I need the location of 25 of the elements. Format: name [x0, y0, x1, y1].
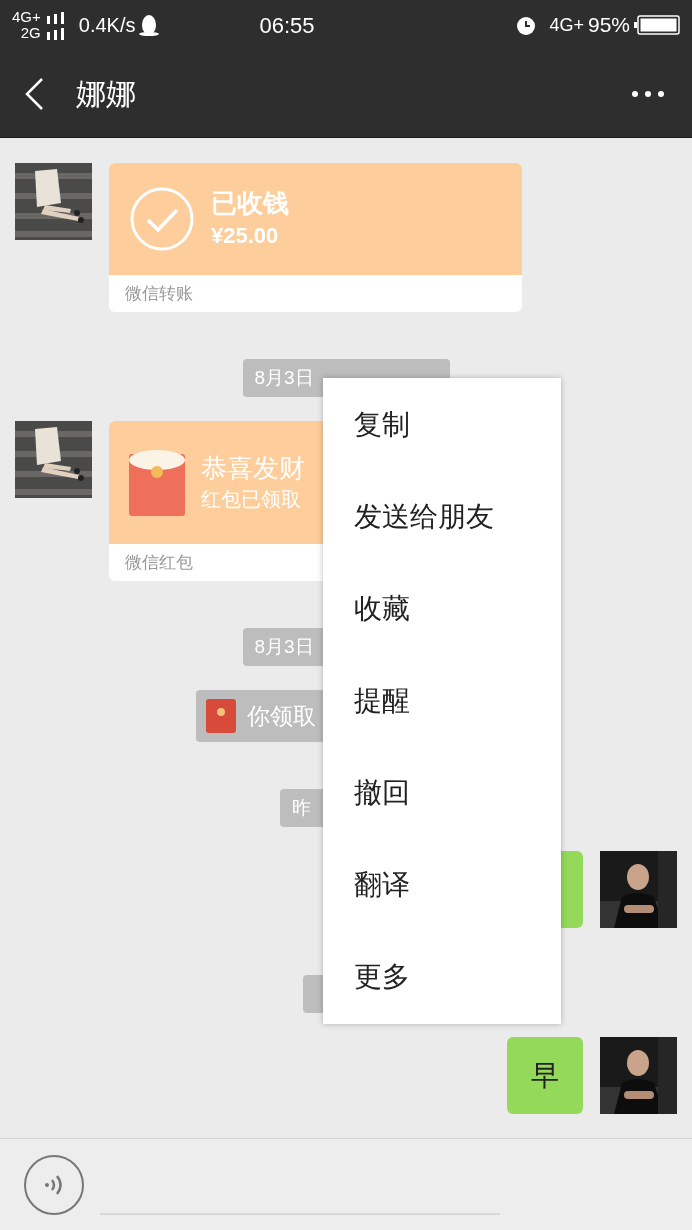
- card-footer: 微信转账: [125, 280, 193, 307]
- notice-text: 你领取: [247, 701, 316, 731]
- chat-title: 娜娜: [76, 76, 136, 112]
- envelope-icon: [206, 699, 236, 733]
- network-type: 2G: [20, 25, 41, 41]
- network-speed: 0.4K/s: [78, 13, 136, 38]
- card-footer: 微信红包: [125, 549, 193, 576]
- envelope-icon: [129, 449, 185, 516]
- clock: 06:55: [259, 11, 315, 40]
- card-subtitle: 红包已领取: [201, 486, 302, 512]
- card-subtitle: ¥25.00: [211, 221, 280, 250]
- menu-item[interactable]: 更多: [323, 931, 561, 1023]
- card-title: 已收钱: [211, 186, 289, 219]
- card-title: 恭喜发财: [201, 451, 305, 484]
- more-icon: [631, 89, 665, 98]
- battery-icon: [634, 15, 680, 35]
- check-circle-icon: [129, 186, 195, 252]
- alarm-icon: [515, 14, 538, 36]
- network-type: 4G+: [549, 13, 584, 37]
- menu-item[interactable]: 翻译: [323, 839, 561, 931]
- network-type: 4G+: [12, 9, 41, 25]
- back-icon: [24, 76, 44, 111]
- voice-button[interactable]: [24, 1154, 84, 1215]
- message-bubble[interactable]: 早: [507, 1037, 583, 1114]
- battery-percent: 95%: [587, 12, 630, 39]
